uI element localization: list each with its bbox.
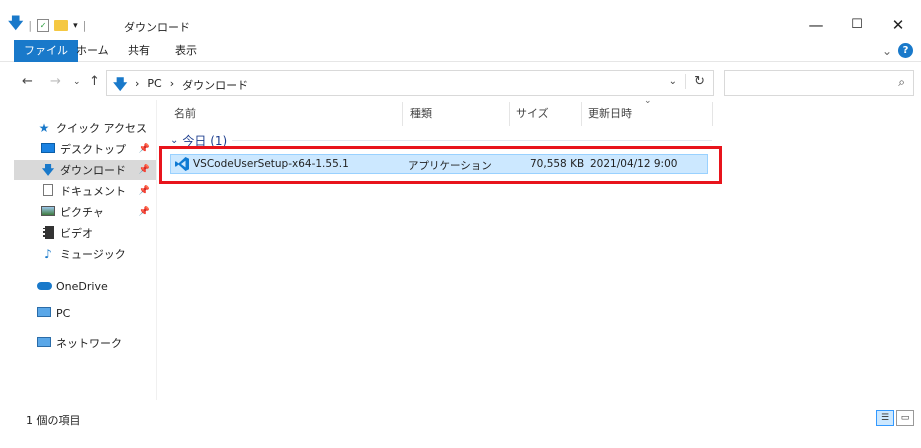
- nav-label: ダウンロード: [60, 164, 126, 177]
- close-button[interactable]: ✕: [875, 12, 921, 38]
- collapse-chevron-icon[interactable]: ⌄: [170, 135, 178, 146]
- nav-label: PC: [56, 306, 71, 320]
- breadcrumb-downloads[interactable]: ダウンロード: [182, 77, 248, 93]
- pictures-icon: [40, 205, 56, 219]
- group-divider: [232, 140, 712, 141]
- tab-view[interactable]: 表示: [163, 40, 209, 62]
- nav-label: ピクチャ: [60, 206, 104, 219]
- column-divider[interactable]: [402, 102, 403, 126]
- sort-caret-icon: ⌄: [644, 96, 652, 106]
- new-folder-icon[interactable]: [54, 20, 69, 31]
- breadcrumb-pc[interactable]: PC: [147, 77, 161, 93]
- nav-item-videos[interactable]: ビデオ: [14, 223, 156, 243]
- column-header-size[interactable]: サイズ: [516, 102, 549, 126]
- window-title: ダウンロード: [124, 21, 190, 34]
- desktop-icon: [40, 142, 56, 156]
- star-icon: ★: [38, 121, 50, 135]
- column-divider[interactable]: [712, 102, 713, 126]
- nav-quick-access[interactable]: ★ クイック アクセス: [14, 118, 156, 138]
- ribbon: ファイル ホーム 共有 表示 ⌄ ?: [0, 40, 921, 62]
- details-view-icon[interactable]: ☰: [876, 410, 894, 426]
- navigation-bar: ← → ⌄ ↑ 🡇 › PC › ダウンロード ⌄ ↻ ⌕: [0, 68, 921, 98]
- nav-label: ミュージック: [60, 248, 126, 261]
- maximize-button[interactable]: ☐: [834, 12, 880, 38]
- pin-icon: 📌: [138, 144, 150, 154]
- ribbon-expand-icon[interactable]: ⌄: [882, 44, 892, 58]
- column-header-modified[interactable]: 更新日時: [588, 102, 632, 126]
- nav-item-downloads[interactable]: 🡇 ダウンロード 📌: [14, 160, 156, 180]
- network-icon: [36, 336, 52, 350]
- status-item-count: 1 個の項目: [26, 414, 81, 427]
- customize-qat-icon[interactable]: ▾: [73, 21, 78, 31]
- pin-icon: 📌: [138, 186, 150, 196]
- separator: |: [82, 19, 87, 32]
- pin-icon: 📌: [138, 207, 150, 217]
- view-switcher: ☰ ▭: [876, 410, 914, 426]
- nav-label: ビデオ: [60, 227, 93, 240]
- back-arrow-icon[interactable]: ←: [22, 74, 33, 89]
- pin-icon: 📌: [138, 165, 150, 175]
- document-icon: [40, 184, 56, 198]
- separator: |: [28, 19, 33, 32]
- up-arrow-icon[interactable]: ↑: [89, 74, 100, 89]
- column-divider[interactable]: [509, 102, 510, 126]
- video-icon: [40, 226, 56, 240]
- breadcrumb-separator: ›: [169, 77, 175, 90]
- nav-item-desktop[interactable]: デスクトップ 📌: [14, 139, 156, 159]
- address-dropdown-icon[interactable]: ⌄: [669, 76, 677, 87]
- nav-label: ドキュメント: [60, 185, 126, 198]
- nav-label: OneDrive: [56, 279, 108, 293]
- breadcrumb-separator: ›: [135, 77, 140, 90]
- search-icon[interactable]: ⌕: [898, 75, 905, 90]
- download-icon: 🡇: [41, 163, 55, 177]
- navigation-pane: ★ クイック アクセス デスクトップ 📌 🡇 ダウンロード 📌 ドキュメント 📌…: [0, 100, 157, 400]
- download-icon[interactable]: 🡇: [8, 13, 23, 38]
- cloud-icon: [36, 279, 52, 293]
- nav-item-music[interactable]: ♪ ミュージック: [14, 244, 156, 264]
- search-input[interactable]: ⌕: [724, 70, 914, 96]
- properties-icon[interactable]: ✓: [37, 19, 50, 32]
- nav-label: クイック アクセス: [56, 122, 147, 135]
- highlight-box: [159, 146, 722, 184]
- column-divider[interactable]: [581, 102, 582, 126]
- ribbon-controls: ⌄ ?: [882, 43, 913, 58]
- breadcrumb: › PC › ダウンロード: [135, 77, 248, 93]
- nav-item-documents[interactable]: ドキュメント 📌: [14, 181, 156, 201]
- address-bar[interactable]: 🡇 › PC › ダウンロード ⌄ ↻: [106, 70, 714, 96]
- nav-item-pictures[interactable]: ピクチャ 📌: [14, 202, 156, 222]
- quick-access-toolbar: 🡇 | ✓ ▾ |: [8, 13, 86, 38]
- column-header-type[interactable]: 種類: [410, 102, 432, 126]
- forward-arrow-icon[interactable]: →: [50, 74, 61, 89]
- tab-share[interactable]: 共有: [116, 40, 162, 62]
- tab-home[interactable]: ホーム: [64, 40, 121, 62]
- title-bar: 🡇 | ✓ ▾ | ダウンロード — ☐ ✕: [0, 0, 921, 38]
- help-icon[interactable]: ?: [898, 43, 913, 58]
- refresh-icon[interactable]: ↻: [685, 74, 705, 89]
- nav-network[interactable]: ネットワーク: [14, 333, 156, 353]
- recent-locations-icon[interactable]: ⌄: [73, 77, 81, 87]
- computer-icon: [36, 306, 52, 320]
- nav-pc[interactable]: PC: [14, 303, 156, 323]
- nav-label: デスクトップ: [60, 143, 126, 156]
- nav-label: ネットワーク: [56, 337, 122, 350]
- column-header-name[interactable]: 名前: [174, 102, 196, 126]
- music-icon: ♪: [44, 247, 52, 261]
- download-folder-icon: 🡇: [113, 77, 128, 93]
- large-icons-view-icon[interactable]: ▭: [896, 410, 914, 426]
- minimize-button[interactable]: —: [793, 12, 839, 38]
- nav-onedrive[interactable]: OneDrive: [14, 276, 156, 296]
